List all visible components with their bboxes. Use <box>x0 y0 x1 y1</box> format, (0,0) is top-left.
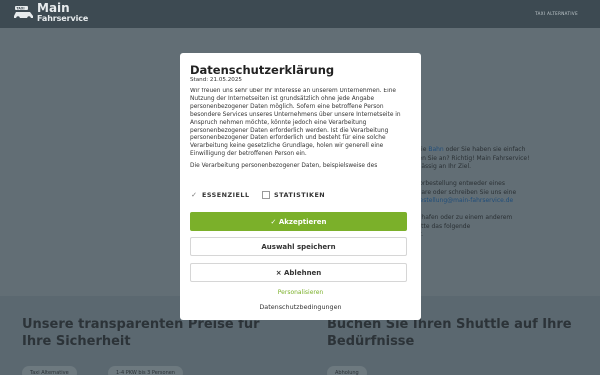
pill-abholung[interactable]: Abholung <box>327 366 367 375</box>
privacy-policy-link[interactable]: Datenschutzbedingungen <box>180 303 421 311</box>
dialog-paragraph: Die Verarbeitung personenbezogener Daten… <box>190 163 378 170</box>
checkbox-box[interactable] <box>262 191 270 199</box>
dialog-body-scroll[interactable]: Wir freuen uns sehr über Ihr Interesse a… <box>190 88 412 228</box>
hero-text: e Vorbestellung entweder eines <box>410 180 505 187</box>
hero-text-line: n bitte das folgende <box>410 223 590 232</box>
hero-text: rufen Sie an? Richtig! Main Fahrservice! <box>410 154 530 162</box>
prices-heading: Unsere transparenten Preise für Ihre Sic… <box>22 317 260 349</box>
checkbox-essential-label: ESSENZIELL <box>202 191 250 199</box>
reject-button[interactable]: × Ablehnen <box>190 263 407 282</box>
dialog-body: Wir freuen uns sehr über Ihr Interesse a… <box>190 88 412 171</box>
logo-subtitle: Fahrservice <box>37 14 89 23</box>
logo-badge-text: TAXI <box>17 6 25 10</box>
hero-text-line: e Vorbestellung entweder eines <box>410 180 590 189</box>
dialog-title: Datenschutzerklärung <box>190 63 335 77</box>
hero-text-line: mulare oder schreiben Sie uns eine <box>410 189 590 198</box>
hero-text-line: rufen Sie an? Richtig! Main Fahrservice! <box>410 155 590 164</box>
dialog-date: Stand: 21.05.2025 <box>190 77 242 83</box>
hero-text-line: ular. <box>410 231 590 240</box>
personalize-link[interactable]: Personalisieren <box>180 289 421 296</box>
shuttle-heading: Buchen Sie Ihren Shuttle auf Ihre Bedürf… <box>327 317 572 349</box>
hero-text: flughafen oder zu einem anderem <box>410 214 513 221</box>
hero-text: oder Sie haben sie einfach <box>443 146 526 153</box>
privacy-consent-dialog: Datenschutzerklärung Stand: 21.05.2025 W… <box>180 53 421 320</box>
checkbox-statistics-label: STATISTIKEN <box>274 191 326 199</box>
logo-title: Main <box>37 1 70 15</box>
checkmark-icon: ✓ <box>191 191 197 199</box>
site-logo[interactable]: TAXI Main Fahrservice <box>13 1 93 25</box>
hero-text-line: flughafen oder zu einem anderem <box>410 214 590 223</box>
hero-link[interactable]: Bahn <box>428 146 443 153</box>
dialog-paragraph: Wir freuen uns sehr über Ihr Interesse a… <box>190 88 401 158</box>
hero-text-line: verlässig an Ihr Ziel. <box>410 163 590 172</box>
consent-options: ✓ ESSENZIELL STATISTIKEN <box>190 191 412 201</box>
checkbox-essential[interactable]: ✓ ESSENZIELL <box>190 191 250 199</box>
save-selection-button[interactable]: Auswahl speichern <box>190 237 407 256</box>
nav-taxi-alternative[interactable]: TAXI ALTERNATIVE <box>535 11 578 16</box>
hero-text: mulare oder schreiben Sie uns eine <box>410 188 517 196</box>
hero-text-line: al die Bahn oder Sie haben sie einfach <box>410 146 590 155</box>
site-header: TAXI Main Fahrservice TAXI ALTERNATIVE <box>0 0 600 28</box>
car-logo-icon: TAXI <box>14 6 33 20</box>
pill-taxi-alternative[interactable]: Taxi Alternative <box>22 366 77 375</box>
checkbox-statistics[interactable]: STATISTIKEN <box>262 191 325 199</box>
hero-link[interactable]: bestellung@main-fahrservice.de <box>416 197 514 204</box>
pill-pkw[interactable]: 1-4 PKW bis 3 Personen <box>108 366 183 375</box>
accept-button[interactable]: ✓ Akzeptieren <box>190 212 407 231</box>
hero-text-line: n bestellung@main-fahrservice.de <box>410 197 590 206</box>
